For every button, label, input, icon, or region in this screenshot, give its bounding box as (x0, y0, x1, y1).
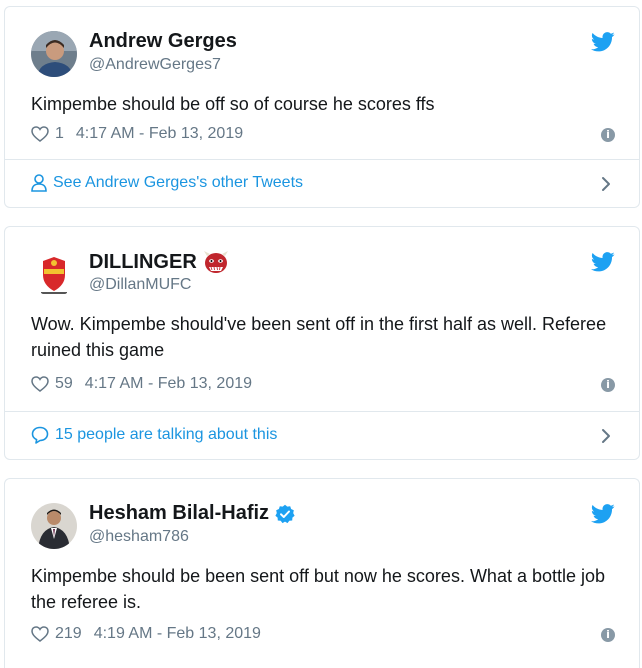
like-count: 219 (55, 625, 82, 642)
tweet-card-1: Andrew Gerges @AndrewGerges7 Kimpembe sh… (4, 6, 640, 208)
footer-link[interactable]: See Andrew Gerges's other Tweets (31, 174, 303, 192)
twitter-bird-icon[interactable] (591, 32, 615, 52)
tweet-meta: 1 4:17 AM - Feb 13, 2019 (31, 125, 243, 143)
footer-link-label[interactable]: 15 people are talking about this (55, 426, 277, 444)
heart-icon[interactable] (31, 626, 49, 642)
tweet-meta: 219 4:19 AM - Feb 13, 2019 (31, 625, 261, 643)
info-icon[interactable]: i (601, 628, 615, 642)
footer-link[interactable]: 15 people are talking about this (31, 426, 277, 444)
timestamp[interactable]: 4:19 AM - Feb 13, 2019 (94, 625, 261, 643)
author-handle[interactable]: @AndrewGerges7 (89, 56, 221, 74)
tweet-text: Kimpembe should be off so of course he s… (31, 94, 435, 114)
chevron-right-icon[interactable] (601, 428, 611, 444)
verified-badge-icon (275, 504, 295, 523)
speech-bubble-icon (31, 426, 49, 444)
like-count: 1 (55, 125, 64, 142)
author-name[interactable]: Andrew Gerges (89, 30, 237, 53)
twitter-bird-icon[interactable] (591, 504, 615, 524)
heart-icon[interactable] (31, 126, 49, 142)
avatar[interactable] (31, 251, 77, 297)
author-name[interactable]: DILLINGER (89, 251, 197, 274)
twitter-bird-icon[interactable] (591, 252, 615, 272)
person-icon (31, 174, 47, 192)
info-icon[interactable]: i (601, 128, 615, 142)
tweet-footer[interactable]: 15 people are talking about this (5, 411, 639, 460)
author-row: Andrew Gerges (89, 30, 237, 53)
info-icon[interactable]: i (601, 378, 615, 392)
tweet-card-2: DILLINGER @DillanMUFC Wow. Kimpembe shou… (4, 226, 640, 460)
tweet-footer[interactable]: See Andrew Gerges's other Tweets (5, 159, 639, 208)
author-row: Hesham Bilal-Hafiz (89, 502, 295, 525)
tweet-text: Wow. Kimpembe should've been sent off in… (31, 314, 607, 360)
avatar[interactable] (31, 503, 77, 549)
author-handle[interactable]: @DillanMUFC (89, 276, 191, 294)
timestamp[interactable]: 4:17 AM - Feb 13, 2019 (85, 375, 252, 393)
tweet-card-3: Hesham Bilal-Hafiz @hesham786 Kimpembe s… (4, 478, 640, 668)
author-handle[interactable]: @hesham786 (89, 528, 189, 546)
chevron-right-icon[interactable] (601, 176, 611, 192)
avatar[interactable] (31, 31, 77, 77)
footer-link-label[interactable]: See Andrew Gerges's other Tweets (53, 174, 303, 192)
ogre-emoji-icon (203, 251, 228, 273)
author-name[interactable]: Hesham Bilal-Hafiz (89, 502, 269, 525)
tweet-text: Kimpembe should be been sent off but now… (31, 566, 606, 612)
timestamp[interactable]: 4:17 AM - Feb 13, 2019 (76, 125, 243, 143)
heart-icon[interactable] (31, 376, 49, 392)
author-row: DILLINGER (89, 250, 229, 274)
like-count: 59 (55, 375, 73, 392)
tweet-meta: 59 4:17 AM - Feb 13, 2019 (31, 375, 252, 393)
